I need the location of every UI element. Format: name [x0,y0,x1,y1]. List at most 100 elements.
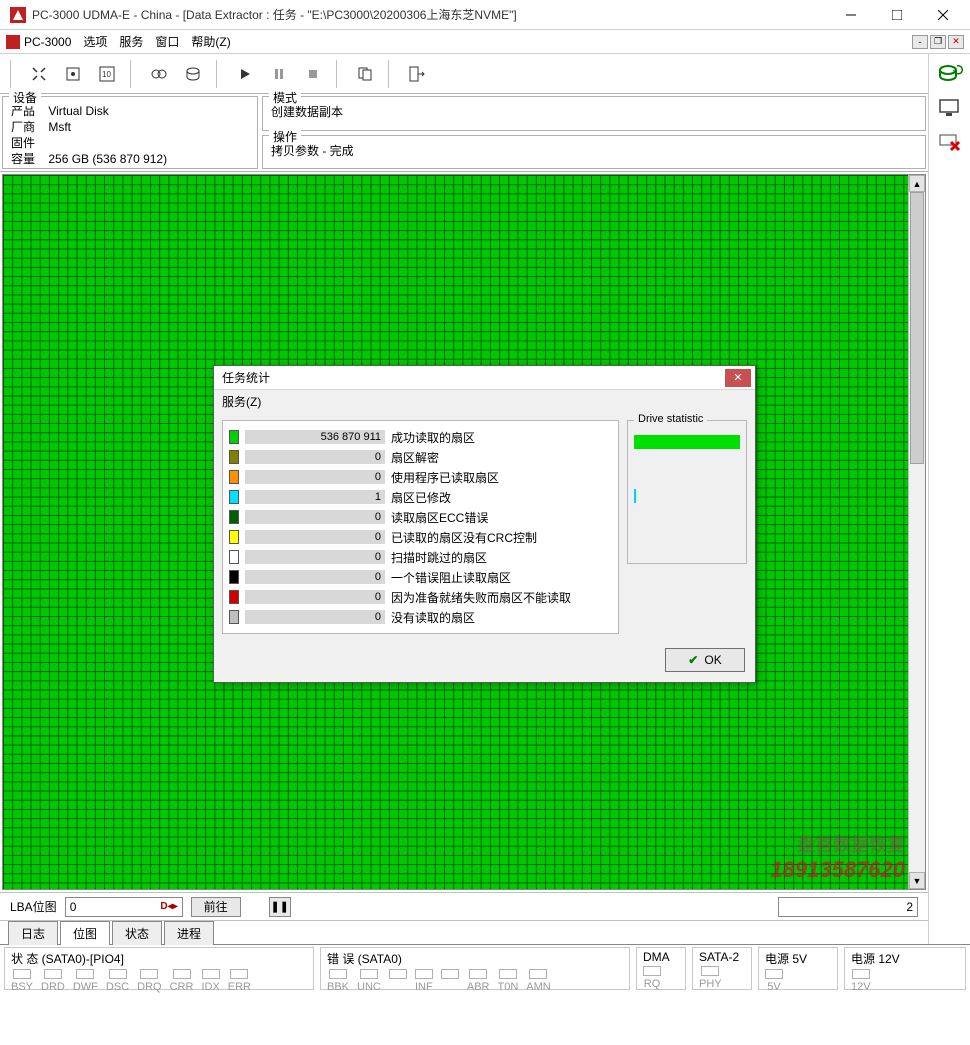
stat-label: 读取扇区ECC错误 [391,509,488,526]
monitor-icon[interactable] [937,96,963,122]
toolbar: 10 [0,54,928,94]
scroll-up-icon[interactable]: ▲ [909,175,925,192]
task-stats-dialog: 任务统计 ✕ 服务(Z) 536 870 911 成功读取的扇区 0 扇区解密 … [213,365,756,683]
led-indicator: RQ [643,966,661,990]
maximize-button[interactable] [874,0,920,30]
led-indicator: CRR [170,969,194,993]
stat-label: 没有读取的扇区 [391,609,475,626]
stat-bar: 0 [245,510,385,524]
stat-label: 因为准备就绪失败而扇区不能读取 [391,589,571,606]
led-indicator: UNC [357,969,381,993]
stop-button[interactable] [298,59,328,89]
dialog-close-button[interactable]: ✕ [725,369,751,387]
brand-menu[interactable]: PC-3000 [6,35,71,49]
stat-label: 扇区解密 [391,449,439,466]
go-button[interactable]: 前往 [191,897,241,917]
stat-row: 0 没有读取的扇区 [229,607,612,627]
counter-display: 2 [778,897,918,917]
stat-row: 0 使用程序已读取扇区 [229,467,612,487]
led-indicator: DWF [73,969,98,993]
app-icon [10,7,26,23]
tab-log[interactable]: 日志 [8,921,58,945]
stat-row: 0 因为准备就绪失败而扇区不能读取 [229,587,612,607]
led-indicator: DRQ [137,969,161,993]
drive-stat-tick [634,489,636,503]
status-group-dma: DMA RQ [636,947,686,990]
delete-icon[interactable] [937,132,963,152]
dialog-titlebar[interactable]: 任务统计 ✕ [214,366,755,390]
menu-help[interactable]: 帮助(Z) [191,33,230,50]
scroll-thumb[interactable] [910,192,924,464]
drive-statistic-panel: Drive statistic [627,420,747,634]
info-row: 设备 产品 Virtual Disk 厂商 Msft 固件 容量 256 GB … [0,94,928,172]
color-swatch [229,490,239,504]
led-indicator: PHY [699,966,722,990]
status-group-sata2: SATA-2 PHY [692,947,752,990]
pause-button[interactable] [264,59,294,89]
ok-button[interactable]: ✔OK [665,648,745,672]
tab-process[interactable]: 进程 [164,921,214,945]
hex-icon[interactable]: 10 [92,59,122,89]
stat-label: 一个错误阻止读取扇区 [391,569,511,586]
led-indicator: INF [415,969,433,993]
color-swatch [229,430,239,444]
lba-input[interactable]: 0 D◂▸ [65,897,183,917]
statusbar: 状 态 (SATA0)-[PIO4] BSYDRDDWFDSCDRQCRRIDX… [0,944,970,992]
device-panel: 设备 产品 Virtual Disk 厂商 Msft 固件 容量 256 GB … [2,96,258,169]
disk-icon[interactable] [178,59,208,89]
dialog-menu[interactable]: 服务(Z) [214,390,755,412]
status-group-12v: 电源 12V 12V [844,947,966,990]
copy-icon[interactable] [350,59,380,89]
color-swatch [229,530,239,544]
stat-bar: 536 870 911 [245,430,385,444]
led-indicator [441,969,459,993]
svg-text:10: 10 [102,70,111,79]
menu-window[interactable]: 窗口 [155,33,179,50]
pause-nav-button[interactable]: ❚❚ [269,897,291,917]
tab-bitmap[interactable]: 位图 [60,921,110,945]
led-indicator: 5V [765,969,783,993]
tab-status[interactable]: 状态 [112,921,162,945]
stat-label: 扫描时跳过的扇区 [391,549,487,566]
chip-icon[interactable] [58,59,88,89]
mdi-close[interactable]: ✕ [948,35,964,49]
mdi-restore[interactable]: ❐ [930,35,946,49]
led-indicator [389,969,407,993]
color-swatch [229,550,239,564]
close-button[interactable] [920,0,966,30]
menu-service[interactable]: 服务 [119,33,143,50]
menubar: PC-3000 选项 服务 窗口 帮助(Z) ‐ ❐ ✕ [0,30,970,54]
stat-bar: 0 [245,610,385,624]
menu-options[interactable]: 选项 [83,33,107,50]
titlebar: PC-3000 UDMA-E - China - [Data Extractor… [0,0,970,30]
stat-row: 0 扫描时跳过的扇区 [229,547,612,567]
stat-label: 成功读取的扇区 [391,429,475,446]
tools-icon[interactable] [24,59,54,89]
play-button[interactable] [230,59,260,89]
stat-label: 扇区已修改 [391,489,451,506]
stat-row: 536 870 911 成功读取的扇区 [229,427,612,447]
minimize-button[interactable] [828,0,874,30]
watermark: 盘首数据恢复 18913587620 [770,831,905,883]
vertical-scrollbar[interactable]: ▲ ▼ [908,175,925,889]
led-indicator: BSY [11,969,33,993]
status-group-error: 错 误 (SATA0) BBKUNCINFABRT0NAMN [320,947,630,990]
stat-label: 已读取的扇区没有CRC控制 [391,529,537,546]
drive-stat-bar [634,435,740,449]
disk-refresh-icon[interactable] [937,60,963,86]
led-indicator: IDX [201,969,219,993]
exit-icon[interactable] [402,59,432,89]
stat-bar: 0 [245,450,385,464]
mode-panel: 模式 创建数据副本 [262,96,926,131]
stat-bar: 0 [245,550,385,564]
color-swatch [229,590,239,604]
sidebar-right [928,54,970,944]
scroll-down-icon[interactable]: ▼ [909,872,925,889]
stat-bar: 0 [245,570,385,584]
color-swatch [229,570,239,584]
mdi-minimize[interactable]: ‐ [912,35,928,49]
stat-row: 0 扇区解密 [229,447,612,467]
stat-row: 0 已读取的扇区没有CRC控制 [229,527,612,547]
binoculars-icon[interactable] [144,59,174,89]
stat-bar: 0 [245,590,385,604]
